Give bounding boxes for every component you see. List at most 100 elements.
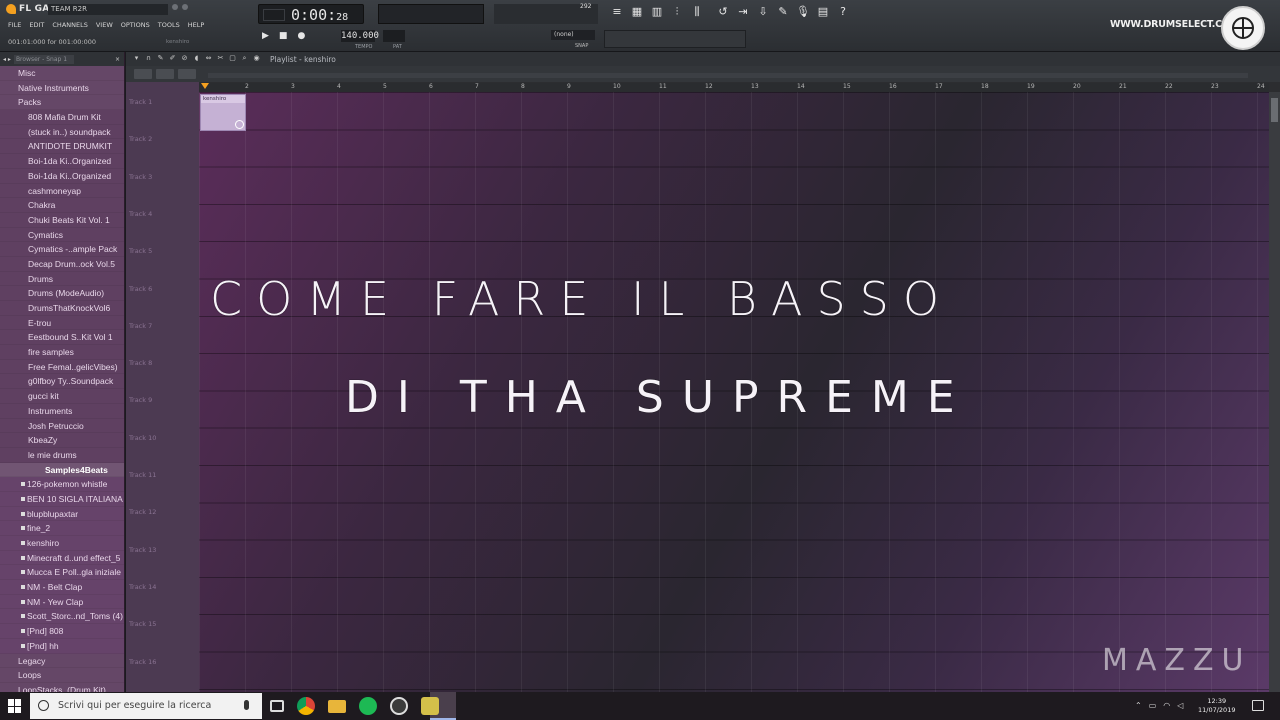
menu-edit[interactable]: EDIT bbox=[29, 21, 44, 29]
browser-item[interactable]: (stuck in..) soundpack bbox=[0, 125, 124, 140]
export-icon[interactable]: ⇩ bbox=[756, 5, 770, 19]
view-toggle-button[interactable] bbox=[134, 69, 152, 79]
taskbar-search-input[interactable]: Scrivi qui per eseguire la ricerca bbox=[30, 693, 262, 719]
select-icon[interactable]: ▢ bbox=[228, 54, 237, 63]
browser-item[interactable]: Cymatics -..ample Pack bbox=[0, 242, 124, 257]
notification-icon[interactable] bbox=[1252, 700, 1264, 711]
track-header-label[interactable]: Track 14 bbox=[129, 583, 156, 591]
menu-help[interactable]: HELP bbox=[188, 21, 205, 29]
track-header-label[interactable]: Track 2 bbox=[129, 135, 152, 143]
network-icon[interactable]: ▭ bbox=[1149, 701, 1157, 710]
browser-item[interactable]: Samples4Beats bbox=[0, 462, 124, 478]
time-mode-toggle[interactable] bbox=[263, 9, 285, 21]
help-icon[interactable]: ? bbox=[836, 5, 850, 19]
timeline-ruler[interactable]: 2 3 4 5 6 7 8 9 10 11 12 13 14 15 16 17 18 19 20 21 22 23 24 bbox=[199, 83, 1269, 92]
track-header-label[interactable]: Track 16 bbox=[129, 658, 156, 666]
browser-item[interactable]: Free Femal..gelicVibes) bbox=[0, 360, 124, 375]
plugin-icon[interactable]: ⫼ bbox=[690, 5, 704, 19]
snap-selector[interactable]: (none) bbox=[551, 30, 595, 40]
volume-icon[interactable]: ◁ bbox=[1177, 701, 1183, 710]
browser-item[interactable]: E-trou bbox=[0, 316, 124, 331]
mute-icon[interactable]: ◖ bbox=[192, 54, 201, 63]
zoom-icon[interactable]: ⌕ bbox=[240, 54, 249, 63]
spotify-icon[interactable] bbox=[359, 697, 377, 715]
render-icon[interactable]: ⇥ bbox=[736, 5, 750, 19]
browser-item[interactable]: [Pnd] 808 bbox=[0, 624, 124, 639]
playhead-marker[interactable] bbox=[201, 83, 209, 89]
magnet-icon[interactable]: ∩ bbox=[144, 54, 153, 63]
menu-channels[interactable]: CHANNELS bbox=[52, 21, 87, 29]
browser-item[interactable]: 126-pokemon whistle bbox=[0, 477, 124, 492]
browser-item[interactable]: Loops bbox=[0, 668, 124, 683]
record-icon[interactable]: ● bbox=[297, 31, 305, 41]
browser-arrows-icon[interactable]: ◂ ▸ bbox=[3, 56, 11, 63]
mixer-icon[interactable]: ⫶ bbox=[670, 5, 684, 19]
browser-item[interactable]: Mucca E Poll..gla iniziale bbox=[0, 565, 124, 581]
horizontal-scrollbar[interactable] bbox=[208, 73, 1248, 78]
browser-item[interactable]: Drums bbox=[0, 272, 124, 287]
wand-icon[interactable]: ✎ bbox=[776, 5, 790, 19]
delete-icon[interactable]: ⊘ bbox=[180, 54, 189, 63]
browser-close-icon[interactable]: × bbox=[115, 56, 120, 63]
taskbar-clock[interactable]: 12:39 11/07/2019 bbox=[1198, 697, 1235, 715]
audio-toggle-button[interactable] bbox=[178, 69, 196, 79]
track-header-label[interactable]: Track 10 bbox=[129, 434, 156, 442]
pattern-picker[interactable] bbox=[604, 30, 746, 48]
menu-view[interactable]: VIEW bbox=[96, 21, 113, 29]
browser-item[interactable]: blupblupaxtar bbox=[0, 506, 124, 522]
scroll-thumb[interactable] bbox=[1271, 98, 1278, 122]
microphone-icon[interactable] bbox=[244, 700, 249, 710]
track-header-label[interactable]: Track 4 bbox=[129, 210, 152, 218]
browser-item[interactable]: NM - Belt Clap bbox=[0, 580, 124, 595]
browser-item[interactable]: Legacy bbox=[0, 653, 124, 669]
track-header-label[interactable]: Track 15 bbox=[129, 620, 156, 628]
track-header-label[interactable]: Track 6 bbox=[129, 285, 152, 293]
menu-file[interactable]: FILE bbox=[8, 21, 21, 29]
browser-item[interactable]: Cymatics bbox=[0, 228, 124, 243]
browser-item[interactable]: fire samples bbox=[0, 345, 124, 360]
browser-item[interactable]: Decap Drum..ock Vol.5 bbox=[0, 257, 124, 272]
pattern-selector[interactable] bbox=[383, 30, 405, 42]
browser-item[interactable]: NM - Yew Clap bbox=[0, 594, 124, 610]
vertical-scrollbar[interactable] bbox=[1269, 92, 1280, 692]
playlist-icon[interactable]: ≡ bbox=[610, 5, 624, 19]
browser-item[interactable]: Scott_Storc..nd_Toms (4) bbox=[0, 609, 124, 625]
browser-item[interactable]: Boi-1da Ki..Organized bbox=[0, 154, 124, 169]
pattern-toggle-button[interactable] bbox=[156, 69, 174, 79]
track-header-label[interactable]: Track 13 bbox=[129, 546, 156, 554]
browser-item[interactable]: BEN 10 SIGLA ITALIANA bbox=[0, 491, 124, 507]
browser-item[interactable]: fine_2 bbox=[0, 521, 124, 536]
browser-item[interactable]: Chuki Beats Kit Vol. 1 bbox=[0, 213, 124, 228]
track-header-label[interactable]: Track 3 bbox=[129, 173, 152, 181]
browser-item[interactable]: g0lfboy Ty..Soundpack bbox=[0, 374, 124, 390]
track-header-label[interactable]: Track 8 bbox=[129, 359, 152, 367]
track-header-label[interactable]: Track 12 bbox=[129, 508, 156, 516]
undo-icon[interactable]: ↺ bbox=[716, 5, 730, 19]
chrome-icon[interactable] bbox=[297, 697, 315, 715]
arrangement-grid[interactable] bbox=[199, 92, 1269, 692]
browser-item[interactable]: ANTIDOTE DRUMKIT bbox=[0, 139, 124, 155]
track-header-label[interactable]: Track 1 bbox=[129, 98, 152, 106]
track-header-label[interactable]: Track 7 bbox=[129, 322, 152, 330]
wifi-icon[interactable]: ◠ bbox=[1163, 701, 1170, 710]
menu-arrow-icon[interactable]: ▾ bbox=[132, 54, 141, 63]
draw-icon[interactable]: ✎ bbox=[156, 54, 165, 63]
menu-tools[interactable]: TOOLS bbox=[158, 21, 180, 29]
track-header-label[interactable]: Track 5 bbox=[129, 247, 152, 255]
file-icon[interactable]: ▤ bbox=[816, 5, 830, 19]
browser-item[interactable]: kenshiro bbox=[0, 536, 124, 551]
browser-item[interactable]: KbeaZy bbox=[0, 433, 124, 448]
piano-roll-icon[interactable]: ▦ bbox=[630, 5, 644, 19]
browser-item[interactable]: Native Instruments bbox=[0, 80, 124, 96]
browser-item[interactable]: le mie drums bbox=[0, 448, 124, 463]
browser-item[interactable]: Josh Petruccio bbox=[0, 419, 124, 434]
browser-item[interactable]: Minecraft d..und effect_5 bbox=[0, 550, 124, 566]
people-icon[interactable]: ⌃ bbox=[1135, 701, 1142, 710]
track-header-label[interactable]: Track 9 bbox=[129, 396, 152, 404]
app-icon[interactable] bbox=[390, 697, 408, 715]
task-view-icon[interactable] bbox=[270, 700, 284, 712]
channel-rack-icon[interactable]: ▥ bbox=[650, 5, 664, 19]
paint-icon[interactable]: ✐ bbox=[168, 54, 177, 63]
mic-icon[interactable]: 🎙 bbox=[796, 5, 810, 19]
tempo-value[interactable]: 140.000 bbox=[341, 30, 379, 42]
